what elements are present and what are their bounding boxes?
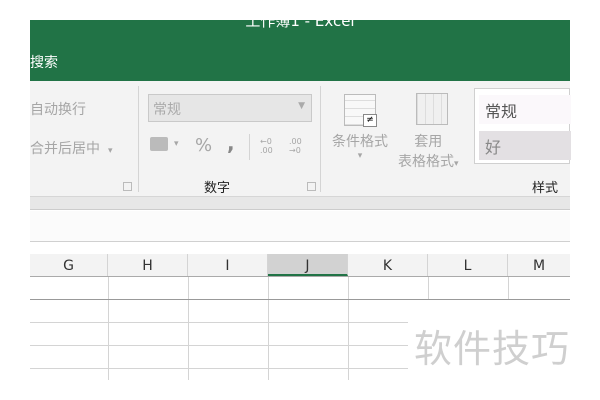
number-format-select[interactable]: 常规 ▼ — [148, 94, 312, 122]
number-group-label: 数字 — [204, 181, 231, 196]
format-as-table-label: 套用 — [414, 134, 443, 150]
column-header-m[interactable]: M — [508, 254, 570, 276]
increase-decimal-button[interactable]: ←0 .00 — [260, 137, 278, 155]
formula-bar[interactable] — [30, 211, 570, 242]
merge-center-button[interactable]: 合并后居中 ▾ — [30, 138, 113, 158]
chevron-down-icon: ▾ — [357, 151, 363, 161]
column-header-k[interactable]: K — [348, 254, 428, 276]
accounting-format-icon[interactable] — [150, 137, 168, 151]
ribbon-bottom-band — [30, 197, 570, 210]
conditional-formatting-button[interactable]: 条件格式 ▾ — [332, 131, 388, 161]
style-good[interactable]: 好 — [479, 131, 571, 160]
divider — [249, 134, 250, 160]
ribbon: 自动换行 合并后居中 ▾ 常规 ▼ ▾ % , ←0 .00 .00 →0 数字 ≠… — [30, 81, 571, 197]
search-box[interactable]: 搜索 — [30, 52, 58, 72]
decrease-decimal-button[interactable]: .00 →0 — [289, 137, 307, 155]
chevron-down-icon[interactable]: ▾ — [174, 139, 179, 149]
merge-center-label: 合并后居中 — [30, 141, 100, 157]
window-title: 工作簿1 - Excel — [245, 20, 355, 30]
style-normal[interactable]: 常规 — [479, 95, 571, 124]
conditional-formatting-label: 条件格式 — [332, 134, 388, 150]
number-dialog-launcher-icon[interactable] — [307, 182, 316, 191]
cell-styles-gallery: 常规 好 — [474, 88, 571, 164]
format-as-table-label: 表格格式 — [398, 154, 454, 170]
column-headers: G H I J K L M — [30, 254, 570, 277]
wrap-text-button[interactable]: 自动换行 — [30, 99, 86, 119]
chevron-down-icon: ▾ — [108, 146, 113, 156]
alignment-dialog-launcher-icon[interactable] — [123, 182, 132, 191]
percent-button[interactable]: % — [195, 135, 212, 156]
column-header-l[interactable]: L — [428, 254, 508, 276]
styles-group-label: 样式 — [532, 181, 559, 196]
column-header-h[interactable]: H — [108, 254, 188, 276]
watermark: 软件技巧 — [414, 327, 571, 371]
column-header-j[interactable]: J — [268, 254, 348, 276]
conditional-formatting-icon: ≠ — [344, 94, 377, 127]
title-bar: 工作簿1 - Excel 搜索 — [30, 20, 570, 81]
divider — [138, 86, 139, 192]
chevron-down-icon: ▾ — [454, 159, 459, 169]
column-header-g[interactable]: G — [30, 254, 108, 276]
comma-button[interactable]: , — [227, 131, 235, 155]
divider — [320, 86, 321, 192]
column-header-i[interactable]: I — [188, 254, 268, 276]
chevron-down-icon: ▼ — [298, 101, 305, 111]
format-as-table-button[interactable]: 套用表格格式▾ — [398, 131, 459, 171]
format-as-table-icon — [416, 93, 448, 125]
number-format-value: 常规 — [153, 102, 181, 118]
